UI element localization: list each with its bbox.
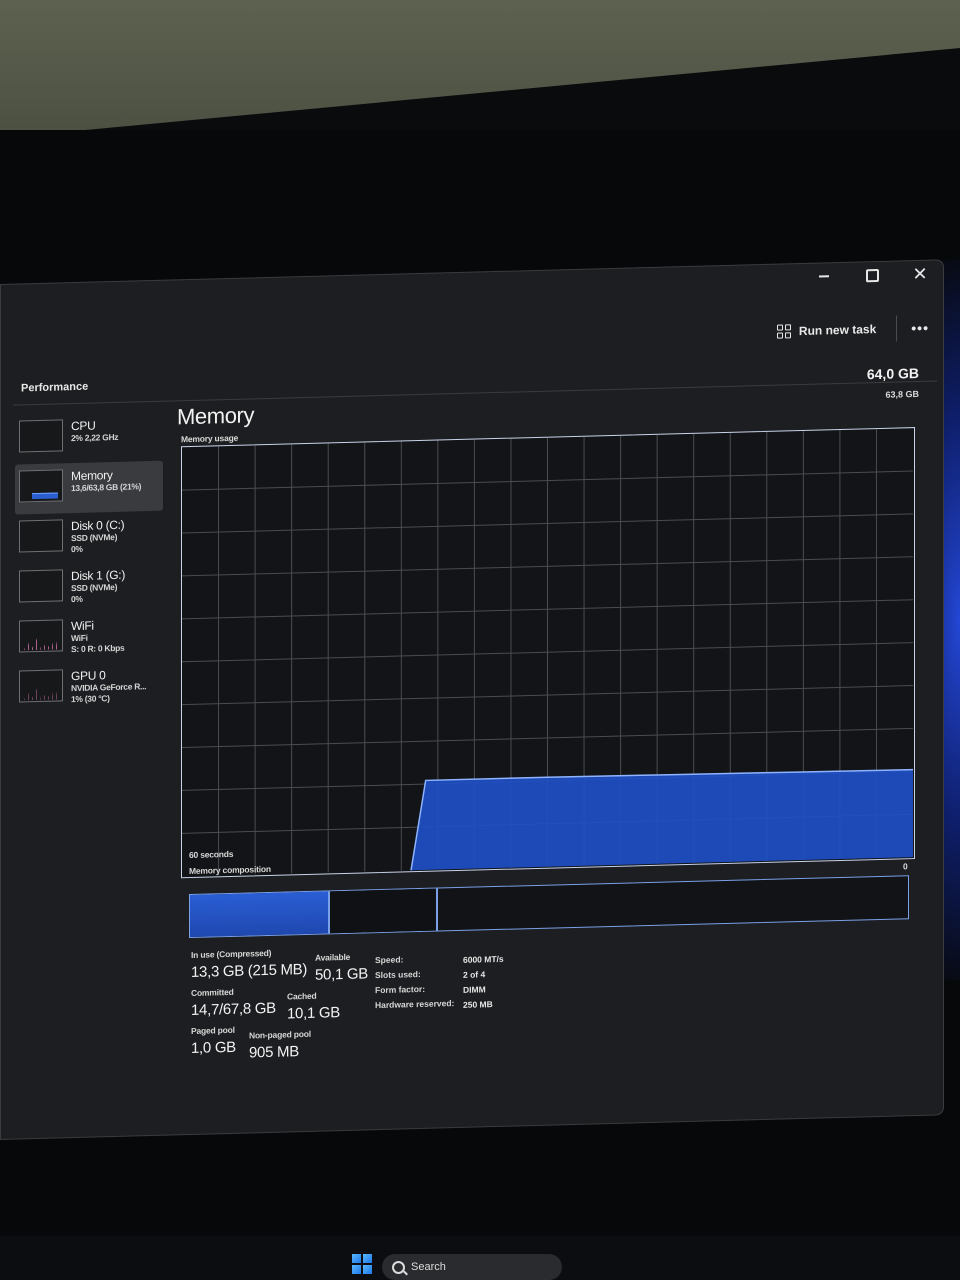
sidebar-item-label: CPU (71, 418, 96, 434)
graph-max-label: 63,8 GB (885, 388, 919, 400)
in-use-label: In use (Compressed) (191, 947, 272, 960)
sidebar-item-wifi[interactable]: WiFi WiFi S: 0 R: 0 Kbps (15, 611, 163, 665)
non-paged-pool-value: 905 MB (249, 1043, 299, 1062)
maximize-icon (865, 268, 879, 282)
close-button[interactable]: ✕ (909, 263, 931, 286)
sidebar-item-label: Disk 0 (C:) (71, 517, 125, 534)
memory-composition-bar (189, 875, 909, 939)
available-value: 50,1 GB (315, 965, 368, 984)
performance-sidebar: CPU 2% 2,22 GHz Memory 13,6/63,8 GB (21%… (15, 411, 163, 715)
sidebar-item-disk-0[interactable]: Disk 0 (C:) SSD (NVMe) 0% (15, 511, 163, 565)
composition-in-use[interactable] (190, 891, 330, 938)
command-divider (896, 315, 898, 342)
taskbar-search[interactable]: Search (382, 1254, 562, 1280)
wifi-thumbnail (19, 619, 63, 653)
header-divider (13, 380, 937, 406)
disk-0-thumbnail (19, 519, 63, 553)
memory-thumbnail (19, 469, 63, 503)
speed-value: 6000 MT/s (463, 953, 504, 965)
task-manager-window: ✕ Run new task ••• Performance CPU 2% 2,… (0, 259, 944, 1140)
memory-usage-area (411, 769, 913, 871)
run-new-task-label: Run new task (798, 322, 877, 339)
memory-usage-graph (181, 427, 915, 879)
memory-usage-label: Memory usage (181, 432, 239, 445)
non-paged-pool-label: Non-paged pool (249, 1028, 311, 1041)
close-icon: ✕ (912, 263, 928, 285)
run-task-icon (776, 324, 791, 339)
cached-value: 10,1 GB (287, 1004, 340, 1023)
graph-min-label: 0 (903, 861, 908, 872)
hardware-reserved-label: Hardware reserved: (375, 998, 455, 1011)
wall-background (0, 0, 960, 138)
committed-value: 14,7/67,8 GB (191, 999, 276, 1019)
form-factor-label: Form factor: (375, 983, 426, 996)
sidebar-item-memory[interactable]: Memory 13,6/63,8 GB (21%) (15, 460, 163, 515)
hardware-reserved-value: 250 MB (463, 999, 493, 1010)
form-factor-value: DIMM (463, 984, 486, 995)
available-label: Available (315, 951, 351, 963)
window-controls: ✕ (813, 263, 931, 288)
disk-1-thumbnail (19, 569, 63, 603)
start-button[interactable] (352, 1254, 372, 1274)
sidebar-item-usage: 1% (30 °C) (71, 693, 110, 705)
time-span-label: 60 seconds (189, 848, 234, 861)
sidebar-item-usage: 0% (71, 543, 83, 555)
command-bar: Run new task ••• (771, 315, 929, 345)
in-use-value: 13,3 GB (215 MB) (191, 960, 308, 981)
total-memory: 64,0 GB (866, 364, 919, 383)
memory-composition-label: Memory composition (189, 863, 271, 877)
paged-pool-label: Paged pool (191, 1024, 235, 1036)
sidebar-item-usage: S: 0 R: 0 Kbps (71, 642, 125, 655)
search-icon (392, 1260, 405, 1274)
paged-pool-value: 1,0 GB (191, 1038, 236, 1057)
sidebar-item-label: Disk 1 (G:) (71, 567, 126, 584)
cached-label: Cached (287, 990, 317, 1002)
cpu-thumbnail (19, 419, 63, 453)
sidebar-item-detail: 2% 2,22 GHz (71, 431, 119, 444)
committed-label: Committed (191, 986, 234, 998)
composition-free[interactable] (438, 876, 908, 930)
page-title: Memory (177, 402, 255, 430)
sidebar-item-cpu[interactable]: CPU 2% 2,22 GHz (15, 411, 163, 465)
maximize-button[interactable] (861, 264, 883, 287)
minimize-button[interactable] (813, 265, 835, 288)
sidebar-item-label: WiFi (71, 618, 94, 634)
sidebar-item-detail: 13,6/63,8 GB (21%) (71, 481, 142, 494)
slots-used-value: 2 of 4 (463, 969, 486, 980)
sidebar-item-usage: 0% (71, 593, 83, 605)
more-options-button[interactable]: ••• (911, 320, 929, 336)
run-new-task-button[interactable]: Run new task (771, 318, 882, 343)
sidebar-item-gpu-0[interactable]: GPU 0 NVIDIA GeForce R... 1% (30 °C) (15, 661, 163, 715)
search-label: Search (411, 1261, 446, 1273)
section-title: Performance (21, 380, 89, 395)
slots-used-label: Slots used: (375, 968, 421, 981)
speed-label: Speed: (375, 954, 404, 966)
minimize-icon (819, 275, 829, 278)
composition-modified[interactable] (330, 888, 438, 934)
gpu-thumbnail (19, 669, 63, 703)
memory-usage-chart (182, 429, 914, 876)
sidebar-item-disk-1[interactable]: Disk 1 (G:) SSD (NVMe) 0% (15, 561, 163, 615)
